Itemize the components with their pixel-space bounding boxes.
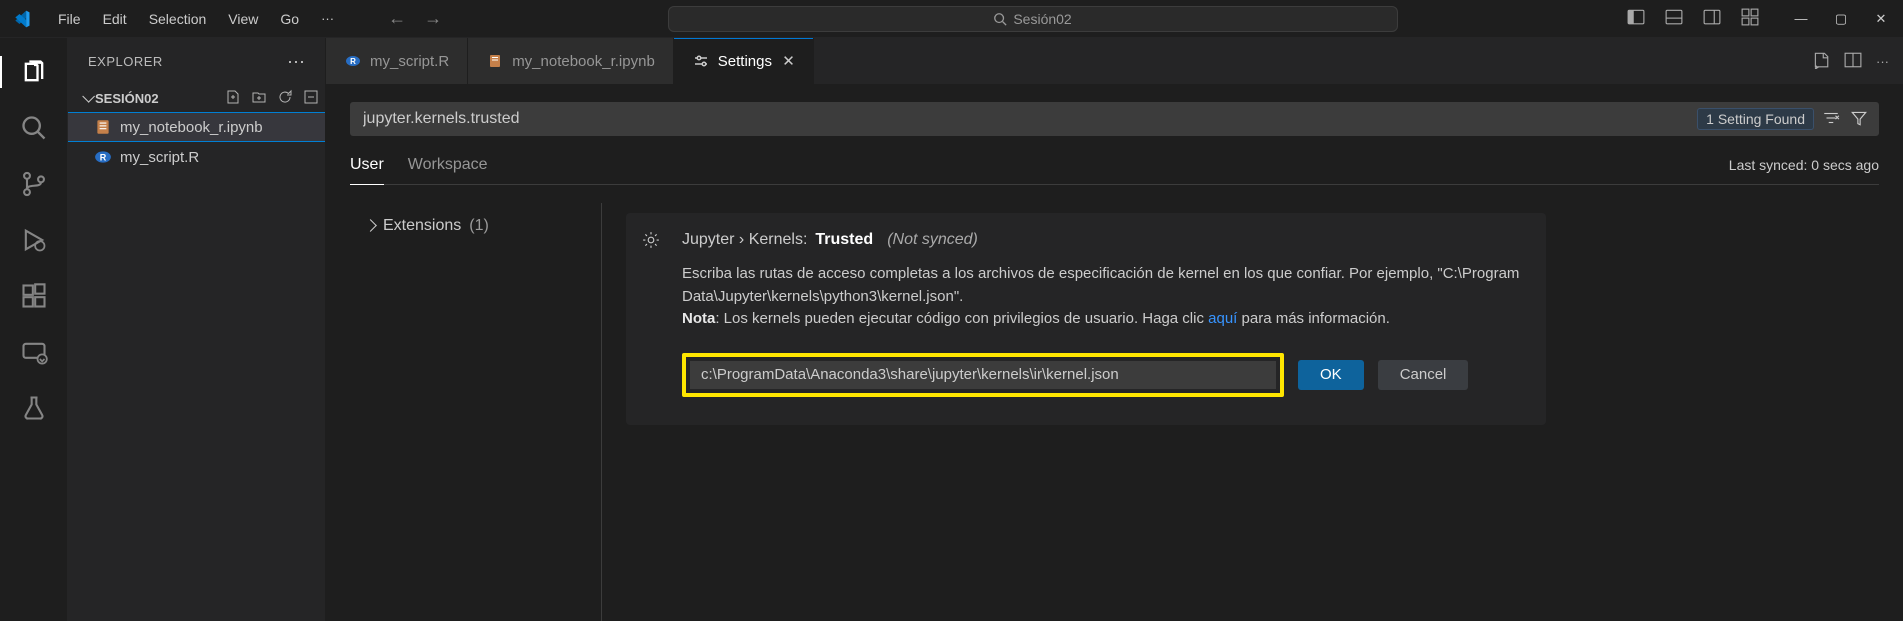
files-icon (20, 58, 48, 86)
scope-workspace-tab[interactable]: Workspace (408, 156, 488, 184)
chevron-down-icon (82, 91, 91, 106)
nav-back-icon[interactable]: ← (388, 8, 406, 29)
r-icon: R (344, 52, 362, 70)
sidebar-more-icon[interactable]: ··· (287, 51, 305, 72)
setting-not-synced: (Not synced) (887, 231, 978, 249)
debug-icon (20, 226, 48, 254)
setting-name: Trusted (815, 231, 873, 249)
settings-sliders-icon (692, 52, 710, 70)
filter-icon[interactable] (1850, 109, 1868, 130)
layout-sidebar-right-icon[interactable] (1699, 4, 1725, 33)
setting-description: Escriba las rutas de acceso completas a … (682, 263, 1526, 331)
new-folder-icon[interactable] (251, 89, 267, 108)
file-name: my_script.R (120, 149, 199, 166)
nav-forward-icon[interactable]: → (424, 8, 442, 29)
tab-close-icon[interactable]: ✕ (782, 52, 795, 70)
branch-icon (20, 170, 48, 198)
menu-more-icon[interactable]: ··· (311, 5, 344, 33)
activity-run-debug[interactable] (10, 216, 58, 264)
tab-settings[interactable]: Settings ✕ (674, 38, 814, 84)
highlighted-input-frame (682, 353, 1284, 397)
ok-button[interactable]: OK (1298, 360, 1364, 390)
editor-area: R my_script.R my_notebook_r.ipynb Settin… (326, 38, 1903, 621)
more-actions-icon[interactable]: ··· (1876, 54, 1889, 69)
setting-jupyter-kernels-trusted: Jupyter › Kernels: Trusted (Not synced) … (626, 213, 1546, 425)
tab-label: my_notebook_r.ipynb (512, 53, 655, 70)
sidebar-title: EXPLORER (88, 54, 163, 69)
collapse-icon[interactable] (303, 89, 319, 108)
menu-selection[interactable]: Selection (139, 5, 217, 33)
window-maximize-icon[interactable]: ▢ (1827, 5, 1855, 33)
tab-label: Settings (718, 53, 772, 70)
vscode-logo-icon (8, 5, 36, 33)
folder-name: SESIÓN02 (95, 91, 159, 106)
activity-source-control[interactable] (10, 160, 58, 208)
svg-text:R: R (100, 152, 107, 162)
new-file-icon[interactable] (225, 89, 241, 108)
setting-link-here[interactable]: aquí (1208, 310, 1237, 327)
toc-label: Extensions (383, 217, 461, 235)
trusted-kernel-input[interactable] (690, 361, 1276, 389)
svg-text:R: R (350, 57, 356, 66)
folder-header[interactable]: SESIÓN02 (68, 84, 325, 112)
activity-search[interactable] (10, 104, 58, 152)
extensions-icon (20, 282, 48, 310)
gear-icon[interactable] (642, 231, 660, 252)
title-bar: File Edit Selection View Go ··· ← → Sesi… (0, 0, 1903, 38)
menu-edit[interactable]: Edit (93, 5, 137, 33)
menu-go[interactable]: Go (270, 5, 309, 33)
tab-label: my_script.R (370, 53, 449, 70)
search-icon (20, 114, 48, 142)
command-center[interactable]: Sesión02 (668, 6, 1398, 32)
settings-found-badge: 1 Setting Found (1697, 108, 1814, 130)
tab-my-script[interactable]: R my_script.R (326, 38, 468, 84)
settings-search-input[interactable] (363, 110, 1697, 128)
menu-file[interactable]: File (48, 5, 91, 33)
layout-sidebar-left-icon[interactable] (1623, 4, 1649, 33)
editor-tabs: R my_script.R my_notebook_r.ipynb Settin… (326, 38, 1903, 84)
settings-search[interactable]: 1 Setting Found (350, 102, 1879, 136)
file-name: my_notebook_r.ipynb (120, 119, 263, 136)
settings-toc: Extensions (1) (350, 203, 602, 621)
open-settings-json-icon[interactable] (1812, 51, 1830, 72)
clear-search-icon[interactable] (1822, 109, 1840, 130)
r-icon: R (94, 148, 112, 166)
sync-status: Last synced: 0 secs ago (1729, 157, 1879, 183)
file-item-notebook[interactable]: my_notebook_r.ipynb (68, 112, 325, 142)
beaker-icon (20, 394, 48, 422)
activity-testing[interactable] (10, 384, 58, 432)
menu-view[interactable]: View (218, 5, 268, 33)
setting-path: Jupyter › Kernels: (682, 231, 807, 249)
tab-my-notebook[interactable]: my_notebook_r.ipynb (468, 38, 674, 84)
file-item-rscript[interactable]: R my_script.R (68, 142, 325, 172)
notebook-icon (486, 52, 504, 70)
activity-extensions[interactable] (10, 272, 58, 320)
scope-user-tab[interactable]: User (350, 156, 384, 185)
activity-explorer[interactable] (10, 48, 58, 96)
layout-panel-icon[interactable] (1661, 4, 1687, 33)
window-close-icon[interactable]: ✕ (1867, 5, 1895, 33)
activity-remote[interactable] (10, 328, 58, 376)
toc-count: (1) (469, 217, 489, 235)
activity-bar (0, 38, 68, 621)
notebook-icon (94, 118, 112, 136)
search-icon (993, 12, 1007, 26)
command-center-text: Sesión02 (1013, 11, 1071, 27)
sidebar: EXPLORER ··· SESIÓN02 my_notebook_r.ipyn… (68, 38, 326, 621)
toc-extensions[interactable]: Extensions (1) (366, 211, 601, 241)
window-minimize-icon[interactable]: — (1787, 5, 1815, 33)
chevron-right-icon (366, 217, 375, 235)
customize-layout-icon[interactable] (1737, 4, 1763, 33)
refresh-icon[interactable] (277, 89, 293, 108)
remote-icon (20, 338, 48, 366)
split-editor-icon[interactable] (1844, 51, 1862, 72)
cancel-button[interactable]: Cancel (1378, 360, 1469, 390)
